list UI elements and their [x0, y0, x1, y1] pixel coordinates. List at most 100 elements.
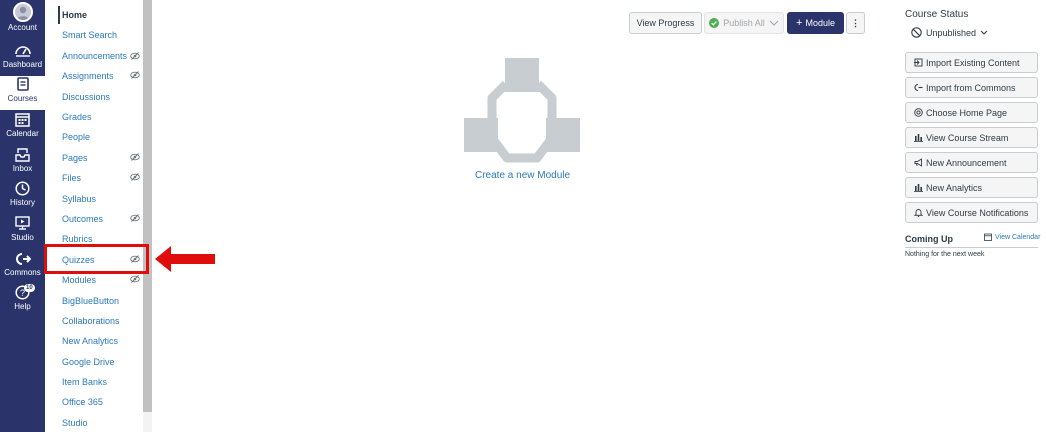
side-button-label: Choose Home Page — [926, 107, 1008, 118]
course-nav-discussions[interactable]: Discussions — [62, 91, 110, 103]
hidden-eye-icon — [130, 71, 140, 79]
course-nav-assignments[interactable]: Assignments — [62, 70, 114, 82]
publish-check-icon — [709, 18, 720, 28]
global-nav-inbox[interactable]: Inbox — [0, 146, 45, 180]
chevron-down-icon — [769, 20, 779, 26]
hidden-eye-icon — [130, 275, 140, 283]
global-nav-label: Commons — [4, 268, 41, 277]
publish-all-button[interactable]: Publish All — [704, 12, 784, 34]
create-module-link[interactable]: Create a new Module — [475, 170, 570, 181]
commons-icon — [13, 250, 33, 267]
hidden-eye-icon — [130, 214, 140, 222]
courses-icon — [13, 76, 33, 93]
side-button-label: Import from Commons — [926, 82, 1016, 93]
course-nav-announcements[interactable]: Announcements — [62, 50, 127, 62]
account-avatar-icon — [12, 2, 33, 22]
course-nav-scrollbar-thumb[interactable] — [143, 0, 152, 412]
course-nav-people[interactable]: People — [62, 131, 90, 143]
view-progress-button[interactable]: View Progress — [629, 12, 702, 34]
inbox-icon — [13, 146, 33, 163]
course-nav-pages[interactable]: Pages — [62, 152, 88, 164]
studio-icon — [13, 215, 33, 232]
global-nav-courses[interactable]: Courses — [0, 76, 45, 110]
course-nav-outcomes[interactable]: Outcomes — [62, 213, 103, 225]
course-nav-smart-search[interactable]: Smart Search — [62, 29, 117, 41]
global-nav-label: Help — [14, 302, 31, 311]
import-existing-content-button[interactable]: Import Existing Content — [905, 52, 1038, 73]
course-nav-grades[interactable]: Grades — [62, 111, 92, 123]
global-nav-help[interactable]: ? 10 Help — [0, 284, 45, 318]
global-nav-label: Studio — [11, 233, 34, 242]
course-nav-active-indicator — [58, 6, 60, 24]
coming-up-heading: Coming Up — [905, 234, 953, 244]
view-calendar-label: View Calendar — [995, 233, 1041, 241]
bar-chart-icon — [914, 184, 923, 192]
course-nav-syllabus[interactable]: Syllabus — [62, 193, 96, 205]
global-nav-dashboard[interactable]: Dashboard — [0, 42, 45, 76]
more-options-button[interactable]: ⋮ — [846, 12, 865, 34]
global-nav-studio[interactable]: Studio — [0, 215, 45, 249]
megaphone-icon — [914, 158, 922, 167]
target-icon — [914, 108, 923, 117]
add-module-button[interactable]: + Module — [787, 12, 844, 34]
red-arrow-icon — [155, 246, 215, 272]
course-nav-bigbluebutton[interactable]: BigBlueButton — [62, 295, 119, 307]
view-course-notifications-button[interactable]: View Course Notifications — [905, 202, 1038, 223]
global-nav-account[interactable]: Account — [0, 2, 45, 36]
plus-icon: + — [796, 17, 803, 29]
course-nav-studio[interactable]: Studio — [62, 417, 88, 429]
import-icon — [914, 58, 923, 67]
course-status-dropdown[interactable]: Unpublished — [911, 27, 988, 38]
quizzes-highlight-box — [44, 244, 149, 274]
course-nav-new-analytics[interactable]: New Analytics — [62, 335, 118, 347]
choose-home-page-button[interactable]: Choose Home Page — [905, 102, 1038, 123]
side-button-label: View Course Notifications — [926, 207, 1029, 218]
course-nav-item-banks[interactable]: Item Banks — [62, 376, 107, 388]
bell-icon — [914, 209, 923, 217]
global-nav-label: Inbox — [12, 164, 33, 173]
chevron-down-icon — [980, 30, 988, 35]
calendar-icon — [984, 233, 992, 241]
side-button-label: New Announcement — [926, 157, 1007, 168]
add-module-label: Module — [805, 18, 835, 28]
commons-icon — [914, 83, 923, 92]
dashboard-icon — [13, 42, 33, 59]
global-nav-label: Calendar — [6, 129, 39, 138]
unpublished-icon — [911, 27, 922, 38]
global-nav-label: Dashboard — [2, 60, 43, 69]
hidden-eye-icon — [130, 173, 140, 181]
course-nav-files[interactable]: Files — [62, 172, 81, 184]
global-nav-commons[interactable]: Commons — [0, 250, 45, 284]
view-calendar-link[interactable]: View Calendar — [984, 233, 1040, 241]
course-nav-collaborations[interactable]: Collaborations — [62, 315, 120, 327]
publish-all-label: Publish All — [723, 18, 765, 28]
hidden-eye-icon — [130, 153, 140, 161]
import-from-commons-button[interactable]: Import from Commons — [905, 77, 1038, 98]
course-nav-home[interactable]: Home — [62, 9, 87, 21]
help-badge: 10 — [24, 284, 35, 292]
hidden-eye-icon — [130, 52, 140, 60]
bar-chart-icon — [914, 134, 923, 142]
global-nav-history[interactable]: History — [0, 180, 45, 214]
new-analytics-button[interactable]: New Analytics — [905, 177, 1038, 198]
history-clock-icon — [13, 180, 33, 197]
side-button-label: View Course Stream — [926, 132, 1009, 143]
calendar-icon — [13, 111, 33, 128]
global-nav-label: History — [10, 198, 35, 207]
course-nav-modules[interactable]: Modules — [62, 274, 96, 286]
coming-up-empty-text: Nothing for the next week — [905, 251, 985, 258]
modules-empty-illustration — [464, 58, 580, 163]
side-button-label: New Analytics — [926, 182, 983, 193]
view-course-stream-button[interactable]: View Course Stream — [905, 127, 1038, 148]
course-status-value: Unpublished — [926, 27, 977, 38]
course-nav-google-drive[interactable]: Google Drive — [62, 356, 115, 368]
global-nav: Account Dashboard Courses Calendar Inbox… — [0, 0, 45, 432]
coming-up-divider — [905, 247, 1038, 248]
global-nav-calendar[interactable]: Calendar — [0, 111, 45, 145]
course-status-title: Course Status — [905, 9, 969, 20]
new-announcement-button[interactable]: New Announcement — [905, 152, 1038, 173]
global-nav-label: Courses — [7, 94, 38, 103]
global-nav-label: Account — [8, 23, 37, 32]
side-button-label: Import Existing Content — [926, 57, 1020, 68]
course-nav-office-365[interactable]: Office 365 — [62, 396, 103, 408]
